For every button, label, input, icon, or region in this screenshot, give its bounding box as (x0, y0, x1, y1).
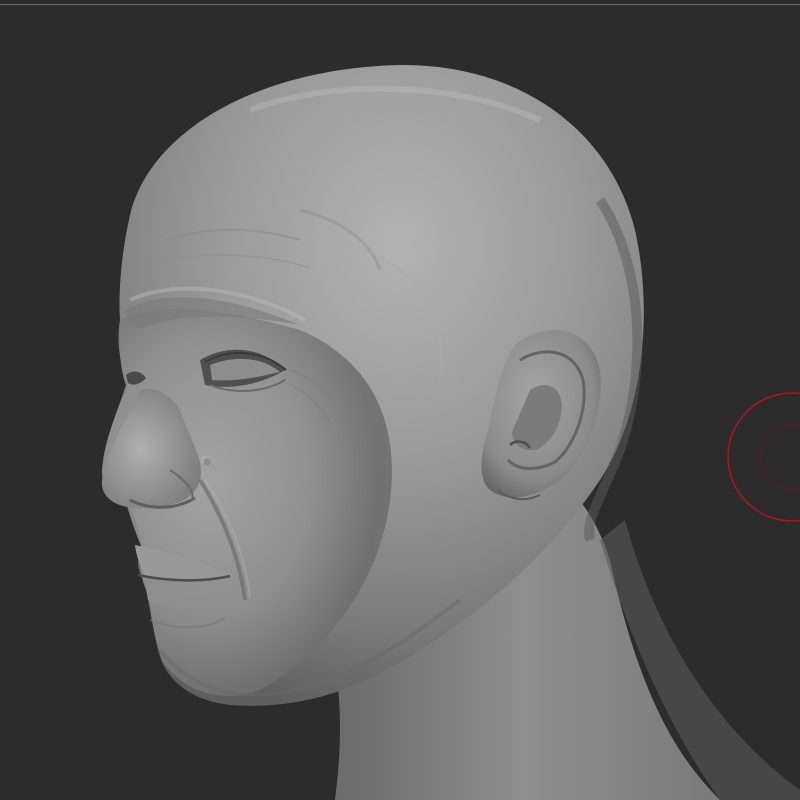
head-sculpt-model[interactable] (0, 0, 800, 800)
sculpt-viewport[interactable] (0, 0, 800, 800)
